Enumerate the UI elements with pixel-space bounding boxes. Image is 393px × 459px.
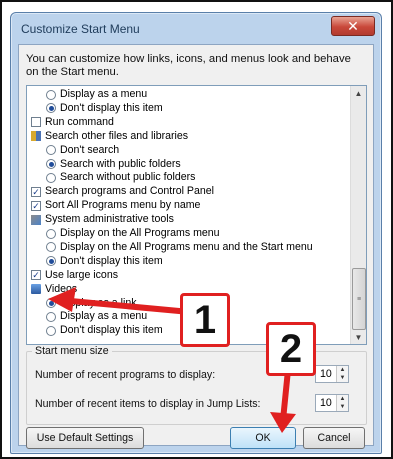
arrow-2-line [280,369,291,421]
annotation-arrows [48,287,296,433]
arrow-2-head [270,412,296,433]
arrow-1-head [48,287,76,312]
callout-1: 1 [180,293,230,347]
callout-2: 2 [266,322,316,376]
arrow-1-line [59,297,191,315]
